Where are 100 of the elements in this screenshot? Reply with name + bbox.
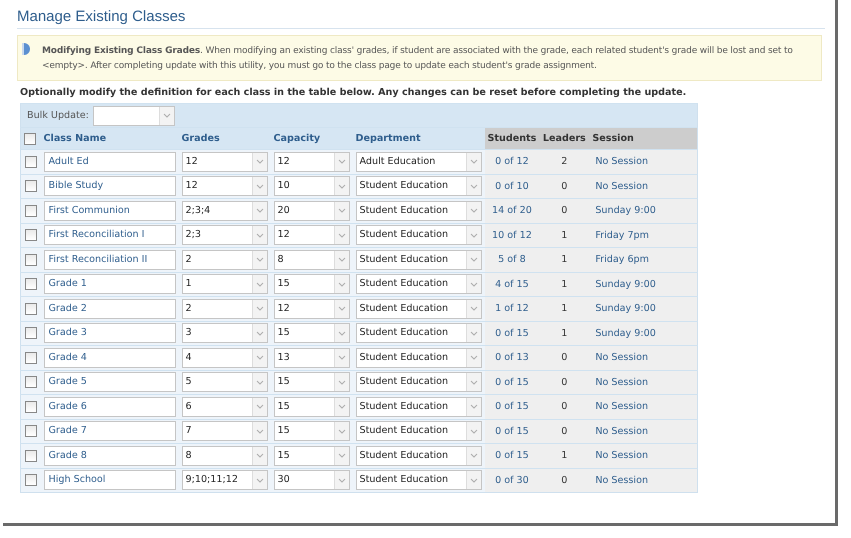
students-count: 0 of 30 xyxy=(495,474,529,486)
capacity-dropdown[interactable]: 12 xyxy=(274,298,350,319)
row-checkbox[interactable] xyxy=(24,180,37,192)
department-dropdown[interactable]: Student Education xyxy=(356,421,482,442)
department-dropdown[interactable]: Student Education xyxy=(356,225,482,246)
leaders-count: 1 xyxy=(561,328,568,339)
grades-dropdown[interactable]: 7 xyxy=(182,421,268,442)
leaders-count: 1 xyxy=(561,278,568,290)
chevron-icon xyxy=(470,159,478,164)
column-header: Leaders xyxy=(539,128,590,150)
session-text: Sunday 9:00 xyxy=(595,205,656,216)
grades-dropdown[interactable]: 2;3 xyxy=(182,225,268,246)
select-all-checkbox[interactable] xyxy=(24,132,36,144)
session-text: No Session xyxy=(595,426,648,437)
grades-dropdown[interactable]: 9;10;11;12 xyxy=(182,470,268,490)
class-name-field[interactable]: Grade 2 xyxy=(44,298,176,319)
chevron-icon xyxy=(338,330,346,336)
department-dropdown[interactable]: Student Education xyxy=(356,372,482,392)
class-name-field[interactable]: Adult Ed xyxy=(44,152,176,172)
bulk-update-label: Bulk Update: xyxy=(27,110,89,121)
session-text: Friday 6pm xyxy=(595,254,649,266)
notice-text: Modifying Existing Class Grades. When modifying an existing class' grades, if student are associated with the grade, each related student's grade will be lost and set to <empty>. After completing update with this utility, you must go to the class page to update each student's grade assignment. xyxy=(42,45,794,73)
grades-dropdown[interactable]: 12 xyxy=(182,176,268,196)
department-dropdown[interactable]: Student Education xyxy=(356,250,482,270)
grades-dropdown[interactable]: 5 xyxy=(182,372,268,392)
class-name-field[interactable]: Grade 8 xyxy=(44,446,176,466)
grades-dropdown[interactable]: 4 xyxy=(182,348,268,368)
class-name-field[interactable]: Grade 6 xyxy=(44,396,176,417)
capacity-dropdown[interactable]: 15 xyxy=(274,421,350,442)
capacity-dropdown[interactable]: 10 xyxy=(274,176,350,196)
grades-dropdown[interactable]: 2;3;4 xyxy=(182,200,268,221)
grades-dropdown[interactable]: 6 xyxy=(182,396,268,417)
row-checkbox[interactable] xyxy=(24,254,37,266)
department-dropdown[interactable]: Student Education xyxy=(356,446,482,466)
row-checkbox[interactable] xyxy=(24,474,37,486)
row-checkbox[interactable] xyxy=(24,450,37,462)
department-dropdown[interactable]: Student Education xyxy=(356,348,482,368)
capacity-dropdown[interactable]: 15 xyxy=(274,323,350,344)
department-dropdown[interactable]: Student Education xyxy=(356,323,482,344)
class-name-field[interactable]: Grade 7 xyxy=(44,421,176,442)
session-text: No Session xyxy=(595,450,648,462)
department-dropdown[interactable]: Student Education xyxy=(356,470,482,490)
row-checkbox[interactable] xyxy=(24,229,37,242)
capacity-dropdown[interactable]: 20 xyxy=(274,200,350,221)
department-dropdown[interactable]: Student Education xyxy=(356,176,482,196)
grades-dropdown[interactable]: 2 xyxy=(182,250,268,270)
class-name-field[interactable]: First Communion xyxy=(44,200,176,221)
row-checkbox[interactable] xyxy=(24,302,37,315)
row-checkbox[interactable] xyxy=(24,278,37,290)
chevron-icon xyxy=(470,306,478,312)
grades-dropdown[interactable]: 3 xyxy=(182,323,268,344)
capacity-dropdown[interactable]: 15 xyxy=(274,274,350,294)
leaders-count: 1 xyxy=(561,230,568,241)
grades-dropdown[interactable]: 12 xyxy=(182,152,268,172)
grades-dropdown[interactable]: 1 xyxy=(182,274,268,294)
grades-dropdown[interactable]: 2 xyxy=(182,298,268,319)
class-name-field[interactable]: Grade 1 xyxy=(44,274,176,294)
capacity-dropdown[interactable]: 8 xyxy=(274,250,350,270)
row-checkbox[interactable] xyxy=(24,156,37,168)
class-name-field[interactable]: Grade 4 xyxy=(44,348,176,368)
class-name-field[interactable]: Grade 3 xyxy=(44,323,176,344)
capacity-dropdown[interactable]: 15 xyxy=(274,372,350,392)
chevron-icon xyxy=(256,380,264,385)
class-name-field[interactable]: First Reconciliation II xyxy=(44,250,176,270)
row-checkbox[interactable] xyxy=(24,425,37,438)
department-dropdown[interactable]: Student Education xyxy=(356,200,482,221)
chevron-icon xyxy=(256,257,264,262)
class-name-field[interactable]: Grade 5 xyxy=(44,372,176,392)
capacity-dropdown[interactable]: 13 xyxy=(274,348,350,368)
capacity-dropdown[interactable]: 12 xyxy=(274,225,350,246)
department-dropdown[interactable]: Student Education xyxy=(356,298,482,319)
grades-dropdown[interactable]: 8 xyxy=(182,446,268,466)
class-name-field[interactable]: Bible Study xyxy=(44,176,176,196)
session-text: No Session xyxy=(595,180,648,192)
capacity-dropdown[interactable]: 15 xyxy=(274,446,350,466)
session-text: Sunday 9:00 xyxy=(595,303,656,314)
students-count: 5 of 8 xyxy=(498,254,526,266)
leaders-count: 0 xyxy=(561,401,568,412)
session-text: No Session xyxy=(595,401,648,412)
row-checkbox[interactable] xyxy=(24,400,37,413)
department-dropdown[interactable]: Student Education xyxy=(356,274,482,294)
row-checkbox[interactable] xyxy=(24,376,37,388)
students-count: 1 of 12 xyxy=(495,303,529,314)
chevron-icon xyxy=(256,404,264,410)
chevron-icon xyxy=(256,453,264,458)
students-count: 0 of 15 xyxy=(495,376,529,388)
class-name-field[interactable]: High School xyxy=(44,470,176,490)
class-name-field[interactable]: First Reconciliation I xyxy=(44,225,176,246)
session-text: No Session xyxy=(595,352,648,364)
leaders-count: 0 xyxy=(561,474,568,486)
capacity-dropdown[interactable]: 12 xyxy=(274,152,350,172)
capacity-dropdown[interactable]: 30 xyxy=(274,470,350,490)
row-checkbox[interactable] xyxy=(24,204,37,217)
department-dropdown[interactable]: Adult Education xyxy=(356,152,482,172)
row-checkbox[interactable] xyxy=(24,352,37,364)
department-dropdown[interactable]: Student Education xyxy=(356,396,482,417)
chevron-icon xyxy=(470,478,478,483)
capacity-dropdown[interactable]: 15 xyxy=(274,396,350,417)
chevron-icon xyxy=(338,282,346,287)
row-checkbox[interactable] xyxy=(24,327,37,340)
